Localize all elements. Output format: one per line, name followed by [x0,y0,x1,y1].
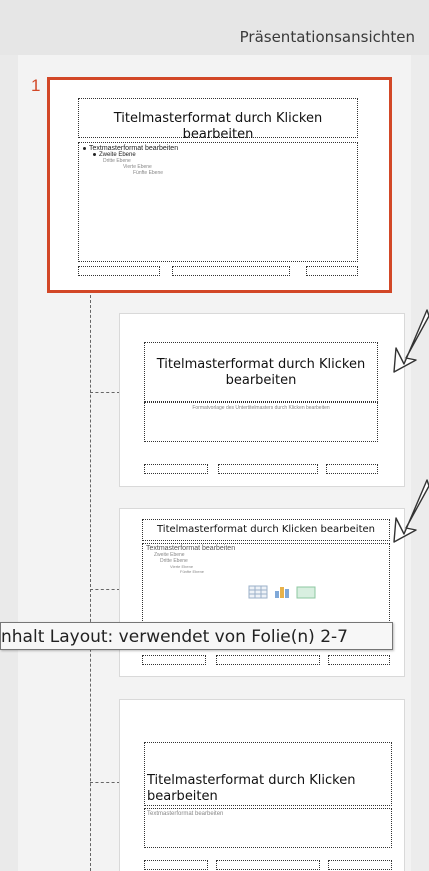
layout-thumbnail-title-slide[interactable]: Titelmasterformat durch Klicken bearbeit… [120,314,404,486]
layout-body: Textmasterformat bearbeiten [147,811,224,817]
callout-arrow-icon [393,309,429,373]
layout-thumbnail-section-header[interactable]: Titelmasterformat durch Klicken bearbeit… [120,700,404,871]
footer-date-placeholder [144,464,208,474]
layout-subtitle: Formatvorlage des Untertitelmasters durc… [192,405,330,411]
body-level-1: Textmasterformat bearbeiten [89,145,179,152]
body-level-5: Fünfte Ebene [133,170,164,176]
layout-title-placeholder: Titelmasterformat durch Klicken bearbeit… [142,519,390,541]
tree-branch [90,782,120,783]
footer-number-placeholder [306,266,358,276]
footer-text-placeholder [172,266,290,276]
footer-date-placeholder [144,860,208,870]
slide-number: 1 [31,76,41,95]
layout-title-placeholder: Titelmasterformat durch Klicken bearbeit… [144,742,392,806]
slide-master-thumbnail[interactable]: Titelmasterformat durch Klicken bearbeit… [47,77,392,293]
vertical-scrollbar[interactable] [411,55,429,871]
presentation-views-label: Präsentationsansichten [239,28,415,46]
footer-text-placeholder [216,655,320,665]
callout-arrow-icon [393,479,429,543]
layout-title: Titelmasterformat durch Klicken bearbeit… [157,524,375,535]
tree-branch [90,589,120,590]
footer-number-placeholder [326,464,378,474]
layout-subtitle-placeholder: Formatvorlage des Untertitelmasters durc… [144,402,378,442]
layout-usage-tooltip: nhalt Layout: verwendet von Folie(n) 2-7 [0,622,393,650]
content-insert-icons [248,585,316,599]
footer-date-placeholder [78,266,160,276]
layout-title: Titelmasterformat durch Klicken bearbeit… [147,773,356,804]
layout-thumbnail-title-content[interactable]: Titelmasterformat durch Klicken bearbeit… [120,509,404,676]
ribbon-area: Präsentationsansichten [0,0,429,55]
tree-branch [90,392,120,393]
footer-number-placeholder [328,860,392,870]
master-title-placeholder: Titelmasterformat durch Klicken bearbeit… [78,98,358,142]
footer-date-placeholder [142,655,206,665]
body-level-5: Fünfte Ebene [180,569,205,574]
body-level-1: Textmasterformat bearbeiten [146,545,236,552]
layout-text-placeholder: Textmasterformat bearbeiten [144,808,392,848]
master-body-placeholder: Textmasterformat bearbeiten Zweite Ebene… [78,142,358,262]
layout-tree-connector [90,290,91,871]
layout-title: Titelmasterformat durch Klicken bearbeit… [156,357,366,388]
footer-text-placeholder [218,464,318,474]
layout-title-placeholder: Titelmasterformat durch Klicken bearbeit… [144,342,378,402]
footer-number-placeholder [328,655,390,665]
left-gutter [0,55,18,871]
master-title: Titelmasterformat durch Klicken bearbeit… [113,111,323,142]
footer-text-placeholder [216,860,320,870]
